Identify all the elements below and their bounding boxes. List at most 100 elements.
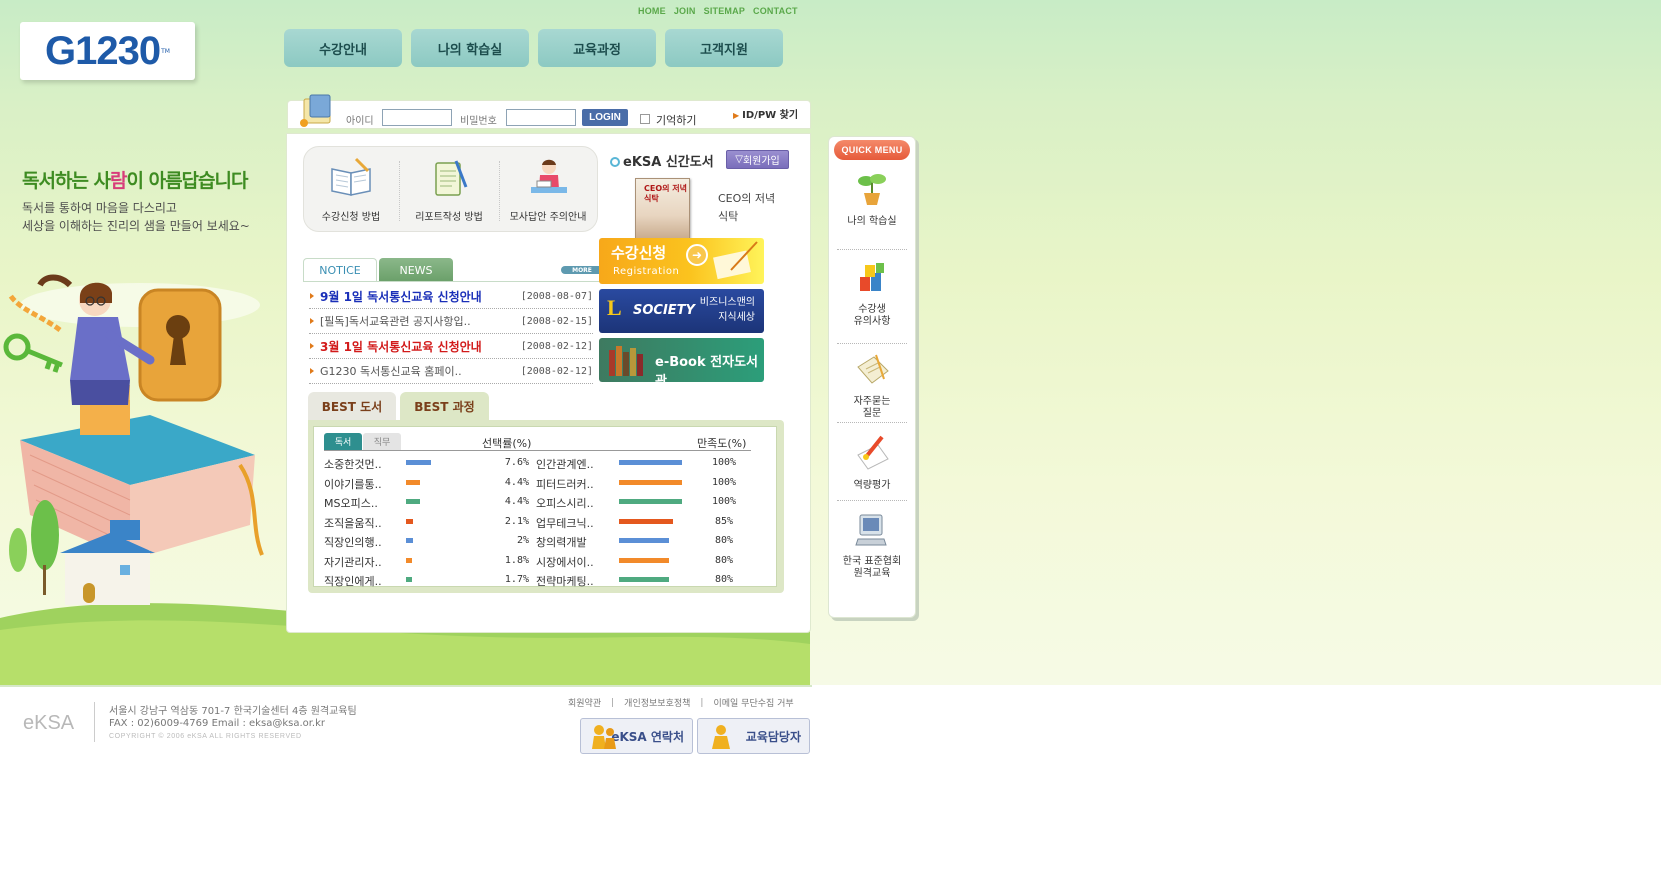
best-book-title: 직장인의행..: [324, 536, 382, 549]
best-row[interactable]: 직장인에게.. 1.7% 전략마케팅.. 80%: [324, 570, 764, 590]
registration-banner-title: 수강신청: [611, 244, 667, 262]
quick-divider: [837, 249, 907, 250]
rate-value: 4.4%: [504, 496, 529, 507]
notice-title: [필독]독서교육관련 공지사항입..: [320, 315, 471, 328]
satisfaction-value: 100%: [711, 457, 737, 468]
privacy-link[interactable]: 개인정보보호정책: [624, 696, 690, 709]
eksa-contact-button[interactable]: eKSA 연락처: [580, 718, 693, 754]
remember-label: 기억하기: [656, 114, 697, 127]
best-rows: 소중한것먼.. 7.6% 인간관계엔.. 100% 이야기를통.. 4.4% 피터드러커..…: [324, 453, 764, 590]
best-row[interactable]: MS오피스.. 4.4% 오피스시리.. 100%: [324, 492, 764, 512]
guide-divider: [499, 161, 500, 221]
best-row[interactable]: 이야기를통.. 4.4% 피터드러커.. 100%: [324, 473, 764, 493]
quick-divider: [837, 343, 907, 344]
logo-trademark: TM: [161, 47, 170, 55]
nav-customer-support[interactable]: 고객지원: [665, 29, 783, 67]
guide-report-writing[interactable]: 리포트작성 방법: [404, 157, 494, 227]
find-id-pw-link[interactable]: ▶ ID/PW 찾기: [733, 106, 798, 121]
notice-item[interactable]: G1230 독서통신교육 홈페이.. [2008-02-12]: [309, 359, 593, 384]
login-button[interactable]: LOGIN: [582, 109, 628, 126]
society-banner[interactable]: L SOCIETY 비즈니스맨의 지식세상: [599, 289, 764, 333]
blocks-icon: [860, 263, 884, 291]
join-button[interactable]: ▽ 회원가입: [726, 150, 789, 169]
tab-reading[interactable]: 독서: [324, 433, 362, 450]
guide-registration-method[interactable]: 수강신청 방법: [306, 157, 396, 227]
satisfaction-value: 85%: [714, 515, 734, 527]
sitemap-link[interactable]: SITEMAP: [704, 6, 745, 16]
quick-ksa-remote[interactable]: 한국 표준협회 원격교육: [835, 509, 909, 580]
tab-notice[interactable]: NOTICE: [303, 258, 377, 282]
rate-value: 4.4%: [504, 476, 529, 488]
quick-student-notes[interactable]: 수강생 유의사항: [835, 257, 909, 328]
quick-label: 질문: [862, 408, 882, 419]
nav-curriculum[interactable]: 교육과정: [538, 29, 656, 67]
quick-my-classroom[interactable]: 나의 학습실: [835, 169, 909, 228]
notice-item[interactable]: [필독]독서교육관련 공지사항입.. [2008-02-15]: [309, 309, 593, 334]
notice-list: 9월 1일 독서통신교육 신청안내 [2008-08-07] [필독]독서교육관…: [309, 284, 593, 384]
bullet-circle-icon: [610, 157, 620, 167]
registration-banner[interactable]: 수강신청 ➜ Registration: [599, 238, 764, 284]
satisfaction-bar: [619, 479, 682, 485]
join-link[interactable]: JOIN: [674, 6, 696, 16]
column-header-satisfaction: 만족도(%): [697, 437, 747, 450]
logo-text: G1230: [45, 28, 161, 73]
quick-faq[interactable]: 자주묻는 질문: [835, 349, 909, 420]
ebook-banner-text: e-Book 전자도서관: [655, 355, 758, 382]
best-book-title: MS오피스..: [324, 497, 378, 510]
arrow-right-icon: ▶: [733, 111, 740, 120]
notice-date: [2008-02-12]: [520, 365, 593, 377]
best-row[interactable]: 조직을움직.. 2.1% 업무테크닉.. 85%: [324, 512, 764, 532]
new-books-title-text: eKSA 신간도서: [623, 155, 714, 170]
notice-item[interactable]: 9월 1일 독서통신교육 신청안내 [2008-08-07]: [309, 284, 593, 309]
notice-date: [2008-02-15]: [520, 315, 593, 327]
notice-title: 9월 1일 독서통신교육 신청안내: [320, 289, 482, 304]
ebook-banner[interactable]: e-Book 전자도서관: [599, 338, 764, 382]
tab-divider: [303, 281, 603, 282]
rate-value: 2%: [516, 535, 529, 546]
best-row[interactable]: 자기관리자.. 1.8% 시장에서이.. 80%: [324, 551, 764, 571]
remember-checkbox[interactable]: [640, 114, 650, 124]
tab-best-courses[interactable]: BEST 과정: [400, 392, 489, 420]
tab-news[interactable]: NEWS: [379, 258, 453, 282]
nav-my-classroom[interactable]: 나의 학습실: [411, 29, 529, 67]
slogan-title: 독서하는 사람이 아름답습니다: [22, 166, 248, 193]
rate-bar: [406, 538, 413, 543]
tab-job[interactable]: 직무: [363, 433, 401, 450]
computer-icon: [855, 514, 887, 546]
terms-link[interactable]: 회원약관: [568, 696, 601, 709]
new-book-cover[interactable]: CEO의 저녁식탁: [635, 178, 690, 241]
best-row[interactable]: 직장인의행.. 2% 창의력개발 80%: [324, 531, 764, 551]
slogan-title-a: 독서하는 사: [22, 170, 111, 192]
email-refusal-link[interactable]: 이메일 무단수집 거부: [713, 696, 793, 709]
quick-assessment[interactable]: 역량평가: [835, 433, 909, 492]
password-input[interactable]: [506, 109, 576, 126]
arrow-right-icon: [310, 368, 314, 374]
arrow-right-icon: [310, 293, 314, 299]
guide-plagiarism-notice[interactable]: 모사답안 주의안내: [503, 157, 593, 227]
contact-link[interactable]: CONTACT: [753, 6, 798, 16]
nav-course-info[interactable]: 수강안내: [284, 29, 402, 67]
pen-paper-icon: [857, 435, 889, 470]
home-link[interactable]: HOME: [638, 6, 666, 16]
id-input[interactable]: [382, 109, 452, 126]
education-manager-button[interactable]: 교육담당자: [697, 718, 810, 754]
eksa-contact-label: eKSA 연락처: [611, 729, 684, 744]
notice-item[interactable]: 3월 1일 독서통신교육 신청안내 [2008-02-12]: [309, 334, 593, 359]
best-row[interactable]: 소중한것먼.. 7.6% 인간관계엔.. 100%: [324, 453, 764, 473]
arrow-right-icon: [310, 343, 314, 349]
footer-copyright: COPYRIGHT © 2006 eKSA ALL RIGHTS RESERVE…: [109, 733, 302, 740]
best-book-title: 직장인에게..: [324, 575, 382, 588]
tab-best-books[interactable]: BEST 도서: [308, 392, 396, 420]
guide-label: 모사답안 주의안내: [509, 212, 587, 223]
new-book-title-link[interactable]: CEO의 저녁식탁: [718, 190, 778, 226]
new-books-title: eKSA 신간도서: [610, 151, 714, 170]
slogan-title-b: 람: [110, 170, 128, 192]
notice-date: [2008-02-12]: [520, 340, 593, 352]
site-logo[interactable]: G1230 TM: [20, 22, 195, 80]
more-button[interactable]: MORE: [561, 266, 603, 274]
slogan-line-1: 독서를 통하여 마음을 다스리고: [22, 201, 177, 215]
login-bar: 아이디 비밀번호 LOGIN 기억하기 ▶ ID/PW 찾기: [287, 94, 811, 129]
link-separator: |: [700, 697, 704, 708]
best-course-title: 피터드러커..: [536, 477, 594, 491]
quill-icon: [713, 241, 758, 280]
